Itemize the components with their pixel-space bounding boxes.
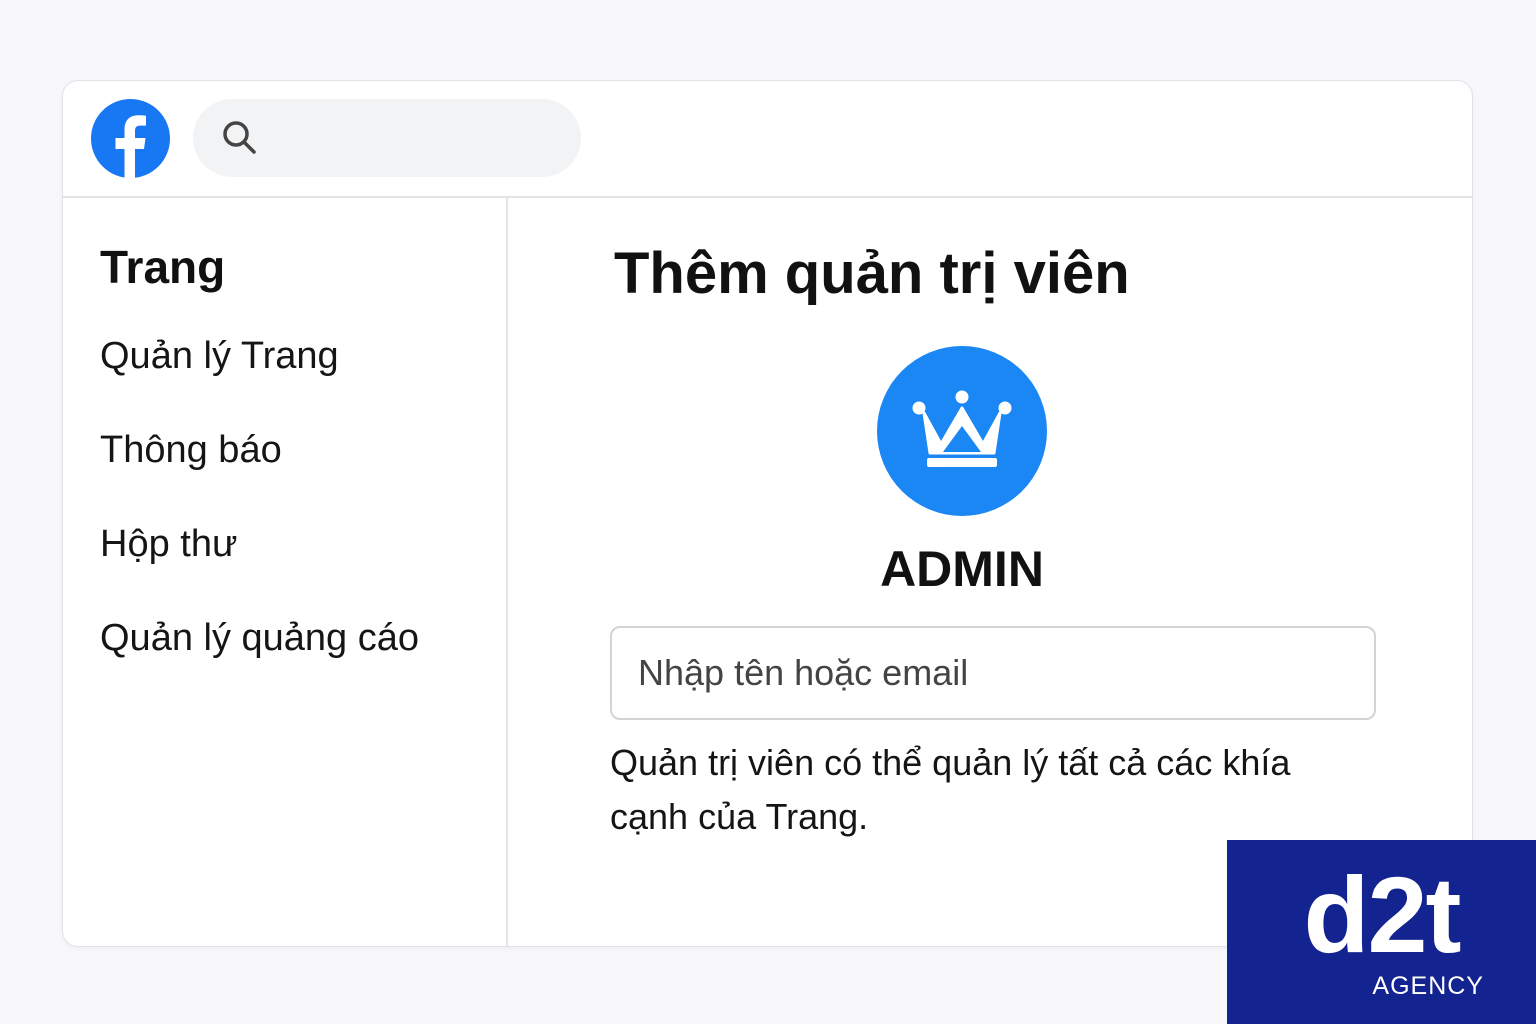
sidebar-title: Trang: [100, 241, 226, 293]
description-text: Quản trị viên có thể quản lý tất cả các …: [610, 742, 1291, 837]
search-input[interactable]: [273, 99, 563, 177]
search-bar[interactable]: [193, 99, 581, 177]
sidebar-menu: Quản lý Trang Thông báo Hộp thư Quản lý …: [100, 328, 419, 704]
role-label: ADMIN: [880, 541, 1044, 597]
sidebar-item-manage-page[interactable]: Quản lý Trang: [100, 328, 419, 422]
facebook-logo-icon[interactable]: [91, 99, 170, 178]
main-panel: Thêm quản trị viên ADMIN Quản trị viên c…: [510, 198, 1472, 946]
admin-name-email-input[interactable]: [610, 626, 1376, 720]
app-window: Trang Quản lý Trang Thông báo Hộp thư Qu…: [62, 80, 1473, 947]
d2t-agency-watermark: d2t AGENCY: [1227, 840, 1536, 1024]
crown-icon: [912, 390, 1012, 467]
page-title: Thêm quản trị viên: [614, 241, 1130, 306]
sidebar-item-notifications[interactable]: Thông báo: [100, 422, 419, 516]
watermark-subtitle: AGENCY: [1372, 972, 1484, 1000]
sidebar-item-inbox[interactable]: Hộp thư: [100, 516, 419, 610]
admin-badge: [877, 346, 1047, 516]
search-icon: [221, 119, 259, 157]
watermark-logo: d2t: [1303, 854, 1462, 975]
sidebar: Trang Quản lý Trang Thông báo Hộp thư Qu…: [63, 198, 508, 946]
top-bar: [63, 81, 1472, 198]
sidebar-item-ads-manager[interactable]: Quản lý quảng cáo: [100, 610, 419, 704]
